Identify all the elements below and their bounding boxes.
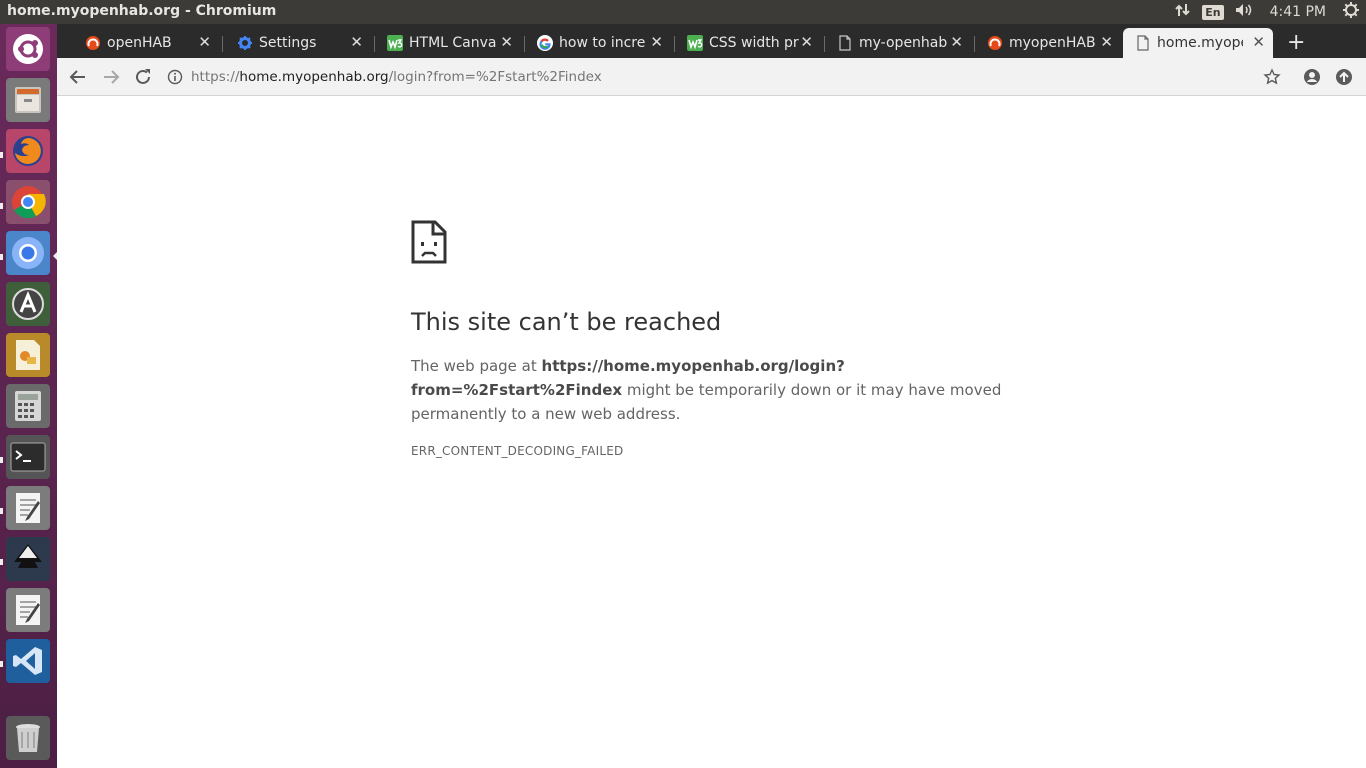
- arrow-right-icon: [104, 70, 120, 84]
- window-title: home.myopenhab.org - Chromium: [7, 3, 277, 19]
- close-icon[interactable]: ✕: [500, 33, 513, 51]
- sad-page-icon: [411, 220, 447, 269]
- address-bar[interactable]: https://home.myopenhab.org/login?from=%2…: [167, 62, 1317, 92]
- arrow-left-icon: [69, 70, 85, 84]
- firefox-icon[interactable]: [6, 129, 50, 173]
- launcher: [0, 24, 57, 768]
- w3-icon: [687, 35, 703, 51]
- google-icon: [537, 35, 553, 51]
- toolbar: https://home.myopenhab.org/login?from=%2…: [57, 58, 1366, 96]
- browser-window: openHAB ✕ Settings ✕ HTML Canva ✕ how to…: [57, 24, 1366, 768]
- tab-css-width[interactable]: CSS width pr ✕: [675, 28, 821, 58]
- tab-label: openHAB: [107, 35, 172, 51]
- back-button[interactable]: [67, 66, 89, 88]
- url-domain: home.myopenhab.org: [239, 69, 389, 85]
- w3-icon: [387, 35, 403, 51]
- terminal-icon[interactable]: [6, 435, 50, 479]
- tab-label: HTML Canva: [409, 35, 497, 51]
- close-icon[interactable]: ✕: [950, 33, 963, 51]
- page-icon: [1135, 35, 1151, 51]
- tab-settings[interactable]: Settings ✕: [225, 28, 371, 58]
- info-icon[interactable]: [167, 69, 183, 85]
- system-menu-icon[interactable]: [1342, 1, 1360, 23]
- chromium-icon[interactable]: [6, 231, 50, 275]
- software-updater-icon[interactable]: [6, 282, 50, 326]
- tab-html-canvas[interactable]: HTML Canva ✕: [375, 28, 521, 58]
- url-path: /login?from=%2Fstart%2Findex: [388, 69, 602, 85]
- trash-icon[interactable]: [6, 716, 50, 760]
- reload-button[interactable]: [132, 66, 154, 88]
- text-editor-icon[interactable]: [6, 588, 50, 632]
- close-icon[interactable]: ✕: [650, 33, 663, 51]
- openhab-icon: [85, 35, 101, 51]
- file-cabinet-icon[interactable]: [6, 78, 50, 122]
- presentation-icon[interactable]: [6, 333, 50, 377]
- close-icon[interactable]: ✕: [1100, 33, 1113, 51]
- error-description: The web page at https://home.myopenhab.o…: [411, 354, 1021, 426]
- inkscape-icon[interactable]: [6, 537, 50, 581]
- reload-icon: [136, 69, 150, 84]
- tab-google-search[interactable]: how to incre ✕: [525, 28, 671, 58]
- tab-myopenhab[interactable]: myopenHAB ✕: [975, 28, 1121, 58]
- tab-label: home.myope: [1157, 35, 1243, 51]
- ubuntu-logo-icon[interactable]: [6, 27, 50, 71]
- error-title: This site can’t be reached: [411, 308, 722, 336]
- account-circle-icon: [1304, 69, 1320, 85]
- error-code: ERR_CONTENT_DECODING_FAILED: [411, 444, 624, 458]
- tab-home-myopenhab[interactable]: home.myope ✕: [1123, 28, 1273, 58]
- tab-openhab[interactable]: openHAB ✕: [73, 28, 219, 58]
- error-desc-prefix: The web page at: [411, 357, 542, 375]
- tab-my-openhab[interactable]: my-openhab ✕: [825, 28, 971, 58]
- openhab-icon: [987, 35, 1003, 51]
- upload-circle-icon: [1336, 69, 1352, 85]
- close-icon[interactable]: ✕: [198, 33, 211, 51]
- profile-button[interactable]: [1301, 66, 1323, 88]
- star-icon: [1263, 68, 1281, 85]
- close-icon[interactable]: ✕: [350, 33, 363, 51]
- volume-icon[interactable]: [1234, 2, 1254, 22]
- chrome-icon[interactable]: [6, 180, 50, 224]
- indicator-area: En 4:41 PM: [1174, 0, 1360, 24]
- top-panel: home.myopenhab.org - Chromium En 4:41 PM: [0, 0, 1366, 24]
- page-content: This site can’t be reached The web page …: [57, 96, 1366, 768]
- url-scheme: https://: [191, 69, 240, 85]
- new-tab-button[interactable]: +: [1287, 30, 1305, 55]
- tab-label: Settings: [259, 35, 317, 51]
- vscode-icon[interactable]: [6, 639, 50, 683]
- extension-button[interactable]: [1333, 66, 1355, 88]
- network-icon[interactable]: [1174, 2, 1192, 22]
- page-icon: [837, 35, 853, 51]
- close-icon[interactable]: ✕: [1252, 33, 1265, 51]
- close-icon[interactable]: ✕: [800, 33, 813, 51]
- gear-icon: [237, 35, 253, 51]
- tab-strip: openHAB ✕ Settings ✕ HTML Canva ✕ how to…: [57, 24, 1366, 58]
- forward-button[interactable]: [100, 66, 122, 88]
- calculator-icon[interactable]: [6, 384, 50, 428]
- tab-label: my-openhab: [859, 35, 948, 51]
- bookmark-star-button[interactable]: [1261, 66, 1283, 88]
- tab-label: myopenHAB: [1009, 35, 1096, 51]
- clock[interactable]: 4:41 PM: [1270, 4, 1326, 20]
- tab-label: CSS width pr: [709, 35, 799, 51]
- keyboard-layout-indicator[interactable]: En: [1202, 4, 1224, 20]
- tab-label: how to incre: [559, 35, 646, 51]
- text-editor-icon[interactable]: [6, 486, 50, 530]
